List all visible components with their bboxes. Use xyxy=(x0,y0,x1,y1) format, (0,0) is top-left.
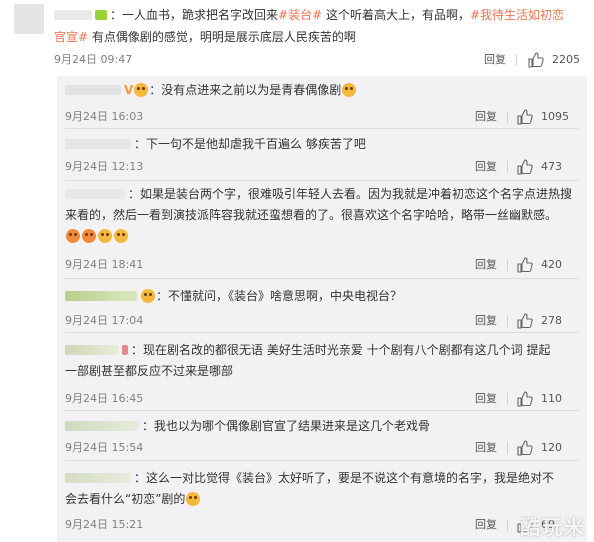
avatar[interactable] xyxy=(14,4,44,34)
thumbs-up-icon[interactable] xyxy=(517,313,533,329)
divider xyxy=(65,332,579,333)
thumbs-up-icon[interactable] xyxy=(517,257,533,273)
reply-text: ：下一句不是他却虐我千百遍么 够疾苦了吧 xyxy=(65,134,577,155)
like-count: 278 xyxy=(541,314,562,327)
reply-meta: 9月24日 15:21 回复 69 xyxy=(65,514,577,536)
reply-text: ：如果是装台两个字，很难吸引年轻人去看。因为我就是冲着初恋这个名字点进热搜 来看… xyxy=(65,184,577,247)
emoji-icon xyxy=(342,83,357,97)
divider xyxy=(65,180,579,181)
reply-meta: 9月24日 16:03 回复 1095 xyxy=(65,106,577,128)
verified-badge: V xyxy=(124,83,134,97)
hashtag-link[interactable]: #我待生活如初恋 xyxy=(470,8,564,22)
reply-button[interactable]: 回复 xyxy=(475,106,497,128)
divider xyxy=(65,460,579,461)
comment-date: 9月24日 09:47 xyxy=(54,53,133,66)
thumbs-up-icon[interactable] xyxy=(517,440,533,456)
like-count: 1095 xyxy=(541,110,569,123)
thumbs-up-icon[interactable] xyxy=(517,159,533,175)
hashtag-link[interactable]: 官宣# xyxy=(54,30,88,44)
emoji-icon xyxy=(134,83,149,97)
replies-panel: V ：没有点进来之前以为是青春偶像剧 9月24日 16:03 回复 1095 ：下… xyxy=(57,76,587,542)
username-blurred[interactable] xyxy=(65,85,121,95)
username-blurred[interactable] xyxy=(65,139,131,149)
emoji-icon xyxy=(98,229,112,243)
like-count: 2205 xyxy=(552,53,580,66)
user-badge xyxy=(95,10,107,20)
laugh-emoji-icon xyxy=(82,229,96,243)
reply-button[interactable]: 回复 xyxy=(475,437,497,459)
reply-text: ：不懂就问，《装台》啥意思啊，中央电视台？ xyxy=(65,286,577,307)
divider xyxy=(65,278,579,279)
main-comment: ：一人血书，跪求把名字改回来#装台# 这个听着高大上，有品啊，#我待生活如初恋 … xyxy=(0,0,594,72)
username-blurred[interactable] xyxy=(65,345,119,355)
thumbs-up-icon[interactable] xyxy=(517,109,533,125)
comment-meta: 9月24日 09:47 回复 2205 xyxy=(54,48,586,72)
reply-button[interactable]: 回复 xyxy=(475,156,497,178)
reply-meta: 9月24日 18:41 回复 420 xyxy=(65,254,577,276)
username-blurred[interactable] xyxy=(65,291,137,301)
reply-button[interactable]: 回复 xyxy=(484,48,506,72)
like-count: 420 xyxy=(541,258,562,271)
reply-text: ：这么一对比觉得《装台》太好听了，要是不说这个有意境的名字，我是绝对不 会去看什… xyxy=(65,471,555,506)
emoji-icon xyxy=(114,229,128,243)
reply-text: V ：没有点进来之前以为是青春偶像剧 xyxy=(65,80,577,101)
hashtag-link[interactable]: #装台# xyxy=(278,8,322,22)
emoji-icon xyxy=(141,289,155,303)
like-count: 473 xyxy=(541,160,562,173)
username-blurred[interactable] xyxy=(65,421,139,431)
thumbs-up-icon[interactable] xyxy=(517,391,533,407)
reply-button[interactable]: 回复 xyxy=(475,514,497,536)
watermark: 酷玩米 xyxy=(520,515,586,539)
thumbs-up-icon[interactable] xyxy=(528,52,544,68)
divider xyxy=(516,54,517,66)
username-blurred[interactable] xyxy=(65,473,131,483)
reply-meta: 9月24日 16:45 回复 110 xyxy=(65,388,577,410)
username-blurred[interactable] xyxy=(65,189,125,199)
reply-meta: 9月24日 12:13 回复 473 xyxy=(65,156,577,178)
emoji-icon xyxy=(186,492,201,506)
reply-meta: 9月24日 17:04 回复 278 xyxy=(65,310,577,332)
user-badge xyxy=(122,345,128,355)
laugh-emoji-icon xyxy=(66,229,80,243)
divider xyxy=(65,128,579,129)
reply-button[interactable]: 回复 xyxy=(475,310,497,332)
reply-button[interactable]: 回复 xyxy=(475,388,497,410)
like-count: 110 xyxy=(541,392,562,405)
reply-text: ：现在剧名改的都很无语 美好生活时光亲爱 十个剧有八个剧都有这几个词 提起 一部… xyxy=(65,343,551,378)
divider xyxy=(65,410,579,411)
main-comment-text: ：一人血书，跪求把名字改回来#装台# 这个听着高大上，有品啊，#我待生活如初恋 xyxy=(54,4,586,26)
reply-meta: 9月24日 15:54 回复 120 xyxy=(65,437,577,459)
reply-text: ：我也以为哪个偶像剧官宣了结果进来是这几个老戏骨 xyxy=(65,416,577,437)
reply-button[interactable]: 回复 xyxy=(475,254,497,276)
username-blurred[interactable] xyxy=(54,10,92,20)
like-count: 120 xyxy=(541,441,562,454)
